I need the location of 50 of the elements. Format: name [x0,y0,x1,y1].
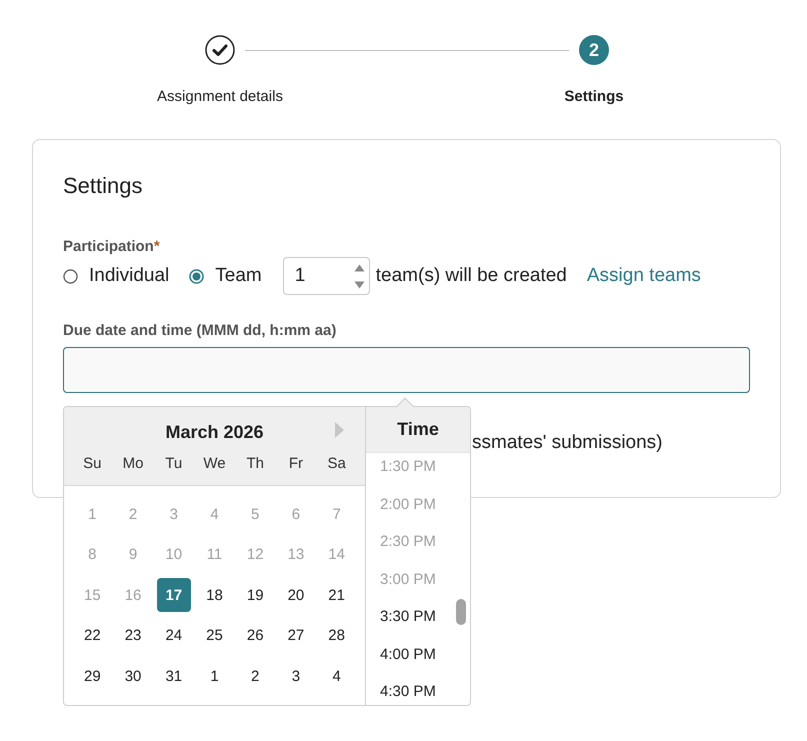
weekday-label: Tu [165,454,182,474]
weekday-label: Fr [288,454,303,474]
step-label: Settings [564,87,624,107]
team-note: team(s) will be created [376,264,567,288]
calendar-day[interactable]: 2 [238,659,272,694]
calendar-day[interactable]: 17 [156,578,191,612]
calendar-day[interactable]: 23 [116,618,150,653]
time-option[interactable]: 4:00 PM [380,644,436,664]
weekday-label: Mo [122,454,144,474]
calendar-day[interactable]: 20 [278,578,313,612]
calendar-day[interactable]: 19 [238,578,272,612]
field-label: Due date and time (MMM dd, h:mm aa) [63,322,336,339]
calendar-day[interactable]: 30 [116,659,150,694]
weekday-label: Th [246,454,264,474]
calendar-day[interactable]: 24 [156,618,191,653]
assign-teams-link[interactable]: Assign teams [586,263,701,289]
calendar-day[interactable]: 22 [75,618,110,653]
month-title: March 2026 [165,421,264,444]
calendar-day[interactable]: 18 [197,578,232,612]
time-option[interactable]: 3:30 PM [380,607,436,627]
weekday-label: Su [83,454,102,474]
card-title: Settings [63,172,142,200]
radio-button[interactable] [189,268,204,284]
calendar-day[interactable]: 27 [278,618,313,653]
calendar-day[interactable]: 1 [197,659,232,694]
step-number: 2 [579,35,609,65]
time-option[interactable]: 4:30 PM [380,682,436,702]
step-label: Assignment details [157,87,283,107]
calendar-day[interactable]: 21 [320,578,354,612]
due-date-field[interactable] [63,347,750,393]
weekday-label: We [203,454,226,474]
team-count-field[interactable]: 1 [282,257,370,295]
calendar-day[interactable]: 4 [320,659,354,694]
caret-up-icon[interactable] [354,264,365,272]
option-label: ssmates' submissions) [472,432,663,453]
check-icon [205,35,235,65]
calendar-day[interactable]: 28 [320,618,354,653]
calendar-day[interactable]: 26 [238,618,272,653]
calendar-day[interactable]: 25 [197,618,232,653]
field-label: Participation* [63,238,160,255]
scrollbar-thumb[interactable] [456,599,466,625]
calendar-day[interactable]: 31 [156,659,191,694]
caret-down-icon[interactable] [354,280,365,288]
time-header: Time [366,407,470,453]
radio-label: Team [215,264,262,288]
calendar-day[interactable]: 3 [278,659,313,694]
weekday-label: Sa [327,454,346,474]
radio-label: Individual [89,264,170,288]
calendar-day[interactable]: 29 [75,659,110,694]
radio-button[interactable] [63,268,78,284]
